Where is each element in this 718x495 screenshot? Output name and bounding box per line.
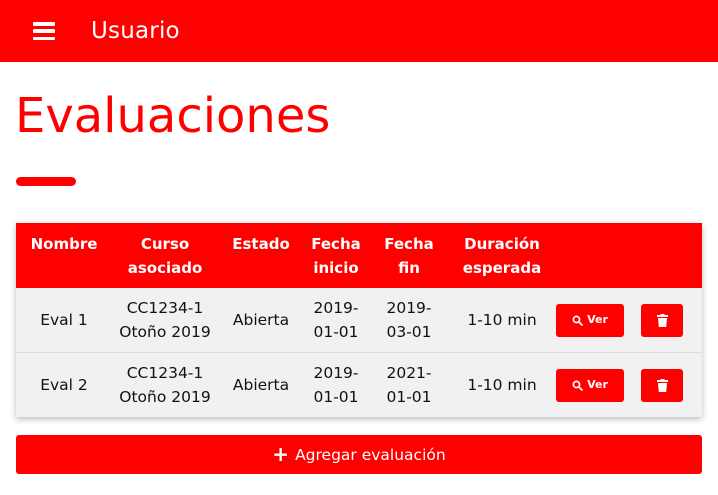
cell-actions: Ver <box>554 352 702 417</box>
view-button[interactable]: Ver <box>556 303 624 337</box>
cell-fecha-fin: 2019- 03-01 <box>386 299 432 341</box>
cell-actions: Ver <box>554 288 702 353</box>
column-header-duracion-esperada[interactable]: Duración esperada <box>450 223 554 288</box>
cell-estado: Abierta <box>218 352 304 417</box>
plus-icon: + <box>272 441 290 466</box>
cell-curso: CC1234-1 Otoño 2019 <box>119 299 211 341</box>
trash-icon <box>656 313 668 327</box>
cell-duracion: 1-10 min <box>450 352 554 417</box>
view-button-label: Ver <box>587 313 608 326</box>
table-row: Eval 1 CC1234-1 Otoño 2019 Abierta 2019- 0… <box>16 288 702 353</box>
cell-estado: Abierta <box>232 311 290 329</box>
table-header-row: Nombre Curso asociado Estado Fecha inicio … <box>16 223 702 288</box>
delete-button[interactable] <box>641 303 683 337</box>
view-button[interactable]: Ver <box>556 368 624 402</box>
top-navbar: Usuario <box>0 0 718 62</box>
column-header-estado[interactable]: Estado <box>218 223 304 288</box>
navbar-title: Usuario <box>91 18 180 44</box>
table-row: Eval 2 CC1234-1 Otoño 2019 Abierta 2019- 0… <box>16 352 702 417</box>
cell-fecha-inicio: 2019- 01-01 <box>304 352 368 417</box>
add-evaluation-label: Agregar evaluación <box>295 445 446 464</box>
view-button-label: Ver <box>587 378 608 391</box>
cell-curso: CC1234-1 Otoño 2019 <box>112 352 218 417</box>
column-header-fecha-inicio[interactable]: Fecha inicio <box>304 223 368 288</box>
cell-duracion: 1-10 min <box>467 311 537 329</box>
evaluations-table-card: Nombre Curso asociado Estado Fecha inicio … <box>16 223 702 417</box>
magnifier-icon <box>572 380 583 391</box>
title-underline <box>16 177 76 186</box>
column-header-fecha-fin[interactable]: Fecha fin <box>368 223 450 288</box>
cell-nombre: Eval 2 <box>16 352 112 417</box>
trash-icon <box>656 378 668 392</box>
column-header-actions <box>554 223 702 288</box>
hamburger-menu-icon[interactable] <box>33 22 55 40</box>
magnifier-icon <box>572 315 583 326</box>
cell-fecha-fin: 2021- 01-01 <box>368 352 450 417</box>
delete-button[interactable] <box>641 368 683 402</box>
evaluations-table: Nombre Curso asociado Estado Fecha inicio … <box>16 223 702 417</box>
cell-nombre: Eval 1 <box>40 311 88 329</box>
page-title: Evaluaciones <box>15 88 331 144</box>
column-header-curso-asociado[interactable]: Curso asociado <box>112 223 218 288</box>
column-header-nombre[interactable]: Nombre <box>16 223 112 288</box>
cell-fecha-inicio: 2019- 01-01 <box>313 299 359 341</box>
add-evaluation-button[interactable]: + Agregar evaluación <box>16 435 702 474</box>
